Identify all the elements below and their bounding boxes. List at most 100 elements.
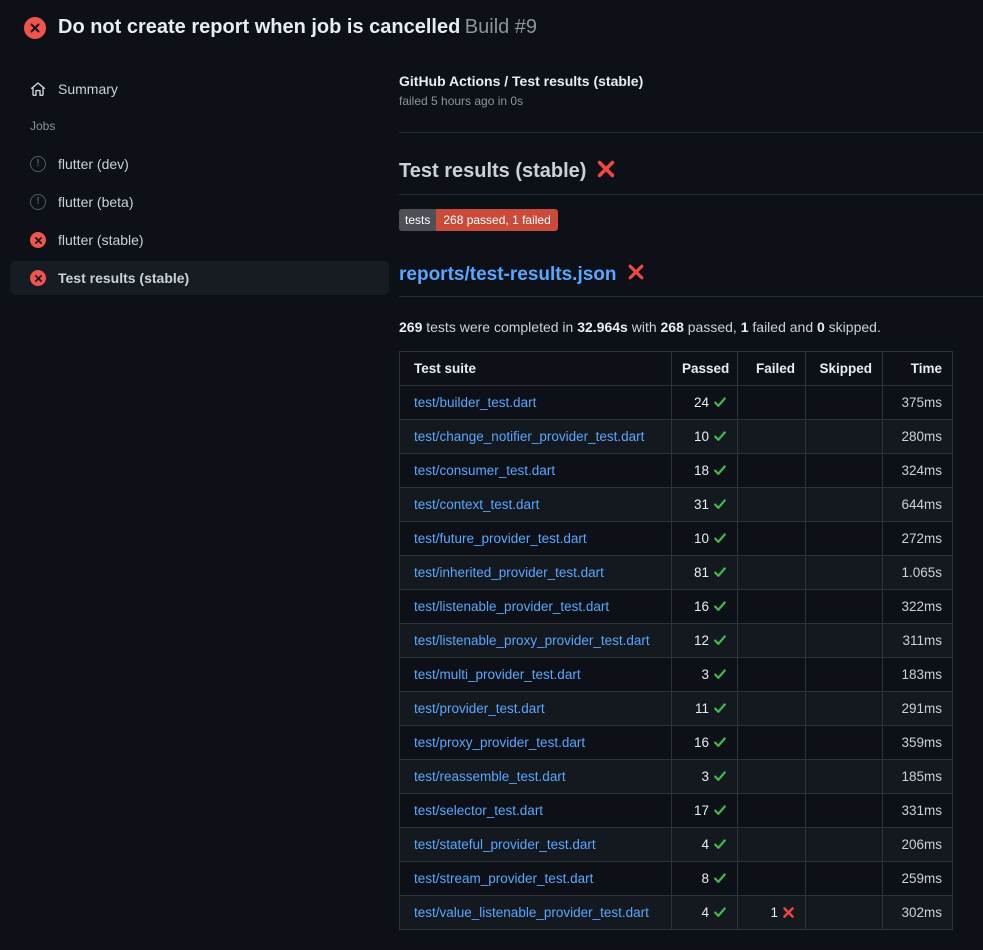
passed-count: 3 <box>701 667 709 682</box>
table-row: test/listenable_provider_test.dart 16 322m… <box>400 590 953 624</box>
passed-cell: 16 <box>672 590 738 624</box>
passed-count: 16 <box>694 735 709 750</box>
failed-cell <box>738 624 806 658</box>
test-suite-link[interactable]: test/inherited_provider_test.dart <box>414 565 604 580</box>
sidebar-summary-label: Summary <box>58 81 118 97</box>
skipped-cell <box>806 862 883 896</box>
passed-cell: 3 <box>672 760 738 794</box>
table-row: test/listenable_proxy_provider_test.dart… <box>400 624 953 658</box>
test-results-table: Test suitePassedFailedSkippedTime test/b… <box>399 351 953 930</box>
suite-cell: test/selector_test.dart <box>400 794 672 828</box>
failed-cell <box>738 386 806 420</box>
skipped-cell <box>806 386 883 420</box>
column-header-passed: Passed <box>672 352 738 386</box>
time-cell: 324ms <box>883 454 953 488</box>
table-row: test/context_test.dart31644ms <box>400 488 953 522</box>
passed-count: 24 <box>694 395 709 410</box>
table-body: test/builder_test.dart24375mstest/change… <box>400 386 953 930</box>
sidebar-item-test-results-stable[interactable]: Test results (stable) <box>10 261 389 295</box>
skipped-cell <box>806 794 883 828</box>
test-suite-link[interactable]: test/listenable_provider_test.dart <box>414 599 609 614</box>
sidebar-item-label: flutter (dev) <box>58 156 129 172</box>
sidebar-item-summary[interactable]: Summary <box>0 73 399 105</box>
skipped-cell <box>806 896 883 930</box>
jobs-list: !flutter (dev) !flutter (beta) flutter (st… <box>0 147 399 295</box>
passed-count: 4 <box>701 837 709 852</box>
summary-segment: tests were completed in <box>422 319 577 335</box>
passed-count: 11 <box>695 701 709 716</box>
suite-cell: test/reassemble_test.dart <box>400 760 672 794</box>
test-suite-link[interactable]: test/context_test.dart <box>414 497 539 512</box>
breadcrumb: GitHub Actions / Test results (stable) <box>399 73 983 89</box>
report-file-link[interactable]: reports/test-results.json <box>399 264 617 286</box>
failed-count: 1 <box>770 905 778 920</box>
failed-cell: 1 <box>738 896 806 930</box>
passed-cell: 12 <box>672 624 738 658</box>
page-title: Do not create report when job is cancell… <box>58 16 460 38</box>
time-cell: 206ms <box>883 828 953 862</box>
table-row: test/selector_test.dart17331ms <box>400 794 953 828</box>
test-suite-link[interactable]: test/builder_test.dart <box>414 395 536 410</box>
skipped-cell <box>806 522 883 556</box>
time-cell: 185ms <box>883 760 953 794</box>
build-header: Do not create report when job is cancell… <box>0 0 983 49</box>
failed-cell <box>738 590 806 624</box>
summary-segment: 32.964s <box>577 319 628 335</box>
failed-cell <box>738 658 806 692</box>
time-cell: 1.065s <box>883 556 953 590</box>
badge-value: 268 passed, 1 failed <box>436 209 557 231</box>
table-row: test/proxy_provider_test.dart16359ms <box>400 726 953 760</box>
test-suite-link[interactable]: test/value_listenable_provider_test.dart <box>414 905 649 920</box>
passed-count: 4 <box>701 905 709 920</box>
passed-count: 17 <box>694 803 709 818</box>
table-header-row: Test suitePassedFailedSkippedTime <box>400 352 953 386</box>
failed-cell <box>738 726 806 760</box>
sidebar-item-label: Test results (stable) <box>58 270 189 286</box>
summary-segment: 269 <box>399 319 422 335</box>
time-cell: 311ms <box>883 624 953 658</box>
sidebar-item-label: flutter (beta) <box>58 194 133 210</box>
table-row: test/builder_test.dart24375ms <box>400 386 953 420</box>
jobs-heading: Jobs <box>0 119 399 133</box>
passed-cell: 11 <box>672 692 738 726</box>
table-row: test/change_notifier_provider_test.dart 1… <box>400 420 953 454</box>
sidebar-item-flutter-stable[interactable]: flutter (stable) <box>10 223 389 257</box>
test-suite-link[interactable]: test/selector_test.dart <box>414 803 543 818</box>
test-suite-link[interactable]: test/future_provider_test.dart <box>414 531 587 546</box>
skipped-cell <box>806 692 883 726</box>
suite-cell: test/future_provider_test.dart <box>400 522 672 556</box>
sidebar-item-flutter-beta[interactable]: !flutter (beta) <box>10 185 389 219</box>
test-suite-link[interactable]: test/change_notifier_provider_test.dart <box>414 429 644 444</box>
test-suite-link[interactable]: test/provider_test.dart <box>414 701 545 716</box>
summary-segment: 0 <box>817 319 825 335</box>
test-suite-link[interactable]: test/listenable_proxy_provider_test.dart <box>414 633 650 648</box>
red-x-icon <box>596 159 616 184</box>
test-suite-link[interactable]: test/proxy_provider_test.dart <box>414 735 585 750</box>
passed-cell: 18 <box>672 454 738 488</box>
passed-cell: 4 <box>672 828 738 862</box>
sidebar-item-flutter-dev[interactable]: !flutter (dev) <box>10 147 389 181</box>
table-row: test/multi_provider_test.dart3183ms <box>400 658 953 692</box>
test-suite-link[interactable]: test/reassemble_test.dart <box>414 769 566 784</box>
passed-count: 10 <box>694 429 709 444</box>
test-suite-link[interactable]: test/multi_provider_test.dart <box>414 667 581 682</box>
test-suite-link[interactable]: test/stream_provider_test.dart <box>414 871 593 886</box>
skipped-cell <box>806 828 883 862</box>
passed-count: 18 <box>694 463 709 478</box>
column-header-time: Time <box>883 352 953 386</box>
test-suite-link[interactable]: test/consumer_test.dart <box>414 463 555 478</box>
suite-cell: test/stream_provider_test.dart <box>400 862 672 896</box>
red-x-icon <box>627 263 645 286</box>
test-suite-link[interactable]: test/stateful_provider_test.dart <box>414 837 596 852</box>
passed-cell: 16 <box>672 726 738 760</box>
column-header-skipped: Skipped <box>806 352 883 386</box>
time-cell: 644ms <box>883 488 953 522</box>
suite-cell: test/builder_test.dart <box>400 386 672 420</box>
passed-cell: 4 <box>672 896 738 930</box>
suite-cell: test/inherited_provider_test.dart <box>400 556 672 590</box>
table-row: test/inherited_provider_test.dart811.065… <box>400 556 953 590</box>
time-cell: 322ms <box>883 590 953 624</box>
skipped-cell <box>806 556 883 590</box>
table-row: test/reassemble_test.dart 3 185ms <box>400 760 953 794</box>
suite-cell: test/multi_provider_test.dart <box>400 658 672 692</box>
